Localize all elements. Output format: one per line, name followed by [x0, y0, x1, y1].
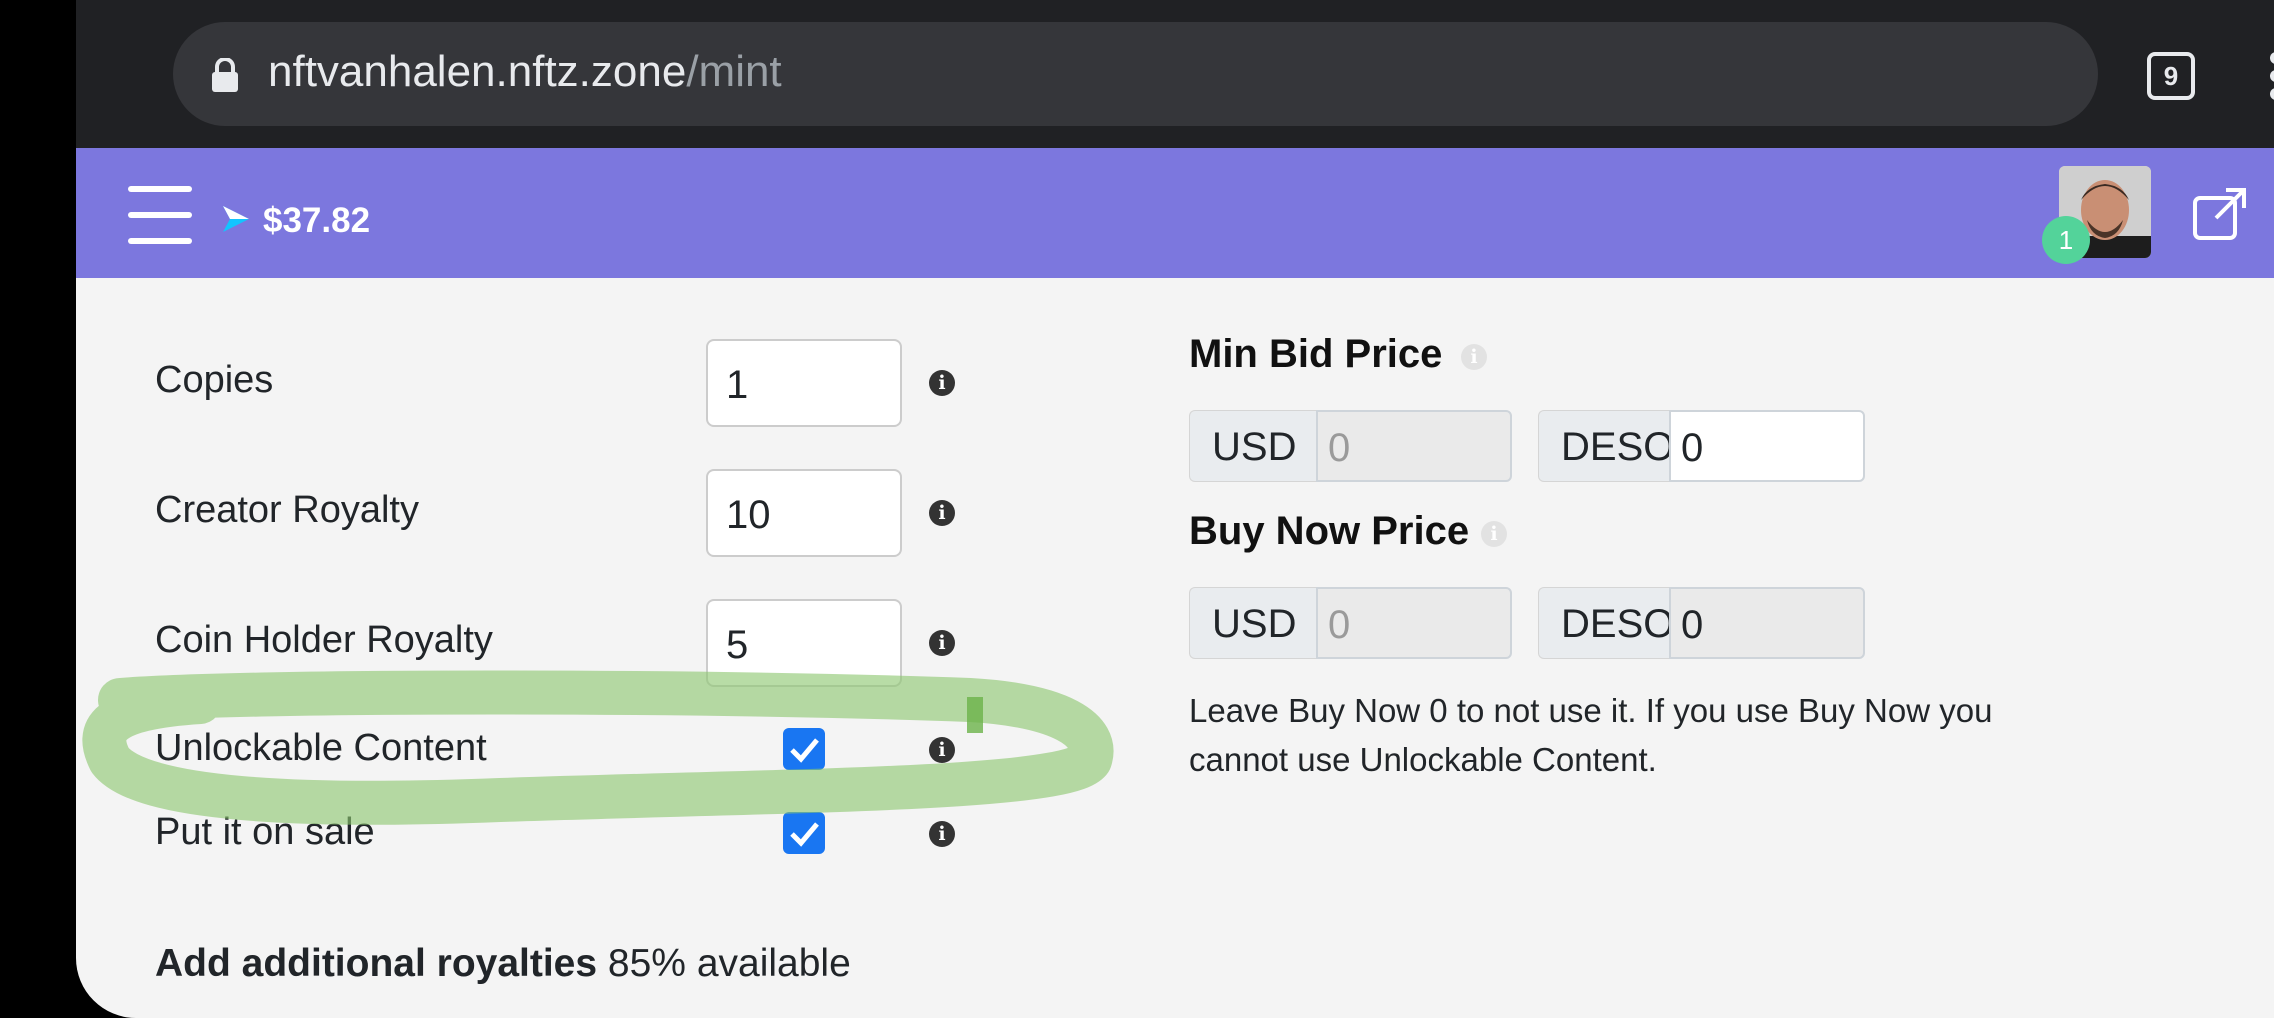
copies-input[interactable]: 1	[706, 339, 902, 427]
coin-holder-royalty-label: Coin Holder Royalty	[155, 619, 493, 661]
buy-now-heading: Buy Now Price	[1189, 509, 1470, 553]
coin-holder-royalty-input[interactable]: 5	[706, 599, 902, 687]
checkmark-icon	[790, 822, 819, 847]
copies-info-icon[interactable]: i	[929, 370, 955, 396]
put-on-sale-checkbox[interactable]	[783, 812, 825, 854]
mint-page: $37.82 1 Copies 1 i Creator Royalty 10 i…	[76, 148, 2274, 1018]
coin-holder-royalty-info-icon[interactable]: i	[929, 630, 955, 656]
hamburger-menu-icon[interactable]	[128, 186, 192, 244]
wallet-balance[interactable]: $37.82	[263, 201, 370, 241]
min-bid-deso-input[interactable]: 0	[1669, 410, 1865, 482]
buy-now-info-icon[interactable]: i	[1481, 521, 1507, 547]
notification-badge[interactable]: 1	[2042, 216, 2090, 264]
unlockable-content-checkbox[interactable]	[783, 728, 825, 770]
url-text: nftvanhalen.nftz.zone/mint	[268, 47, 782, 96]
put-on-sale-label: Put it on sale	[155, 811, 375, 853]
copies-label: Copies	[155, 359, 274, 401]
creator-royalty-input[interactable]: 10	[706, 469, 902, 557]
put-on-sale-info-icon[interactable]: i	[929, 821, 955, 847]
unlockable-content-info-icon[interactable]: i	[929, 737, 955, 763]
checkmark-icon	[790, 738, 819, 763]
min-bid-info-icon[interactable]: i	[1461, 344, 1487, 370]
min-bid-deso-addon: DESO	[1538, 410, 1674, 482]
min-bid-heading: Min Bid Price	[1189, 332, 1443, 376]
deso-logo-icon	[223, 206, 249, 232]
buy-now-note: Leave Buy Now 0 to not use it. If you us…	[1189, 692, 1993, 778]
more-options-icon[interactable]	[2261, 52, 2274, 100]
buy-now-usd-addon: USD	[1189, 587, 1316, 659]
min-bid-usd-input[interactable]: 0	[1316, 410, 1512, 482]
top-navbar: $37.82 1	[76, 148, 2274, 278]
creator-royalty-info-icon[interactable]: i	[929, 500, 955, 526]
additional-royalties-heading[interactable]: Add additional royalties 85% available	[155, 942, 851, 986]
creator-royalty-label: Creator Royalty	[155, 489, 419, 531]
address-bar[interactable]: nftvanhalen.nftz.zone/mint	[173, 22, 2098, 126]
unlockable-content-label: Unlockable Content	[155, 727, 487, 769]
buy-now-deso-addon: DESO	[1538, 587, 1674, 659]
browser-toolbar: nftvanhalen.nftz.zone/mint 9	[76, 0, 2274, 148]
buy-now-usd-input[interactable]: 0	[1316, 587, 1512, 659]
buy-now-deso-input[interactable]: 0	[1669, 587, 1865, 659]
tab-switcher-icon[interactable]: 9	[2147, 52, 2195, 100]
external-link-icon[interactable]	[2192, 184, 2250, 242]
min-bid-usd-addon: USD	[1189, 410, 1316, 482]
lock-icon	[212, 58, 238, 92]
